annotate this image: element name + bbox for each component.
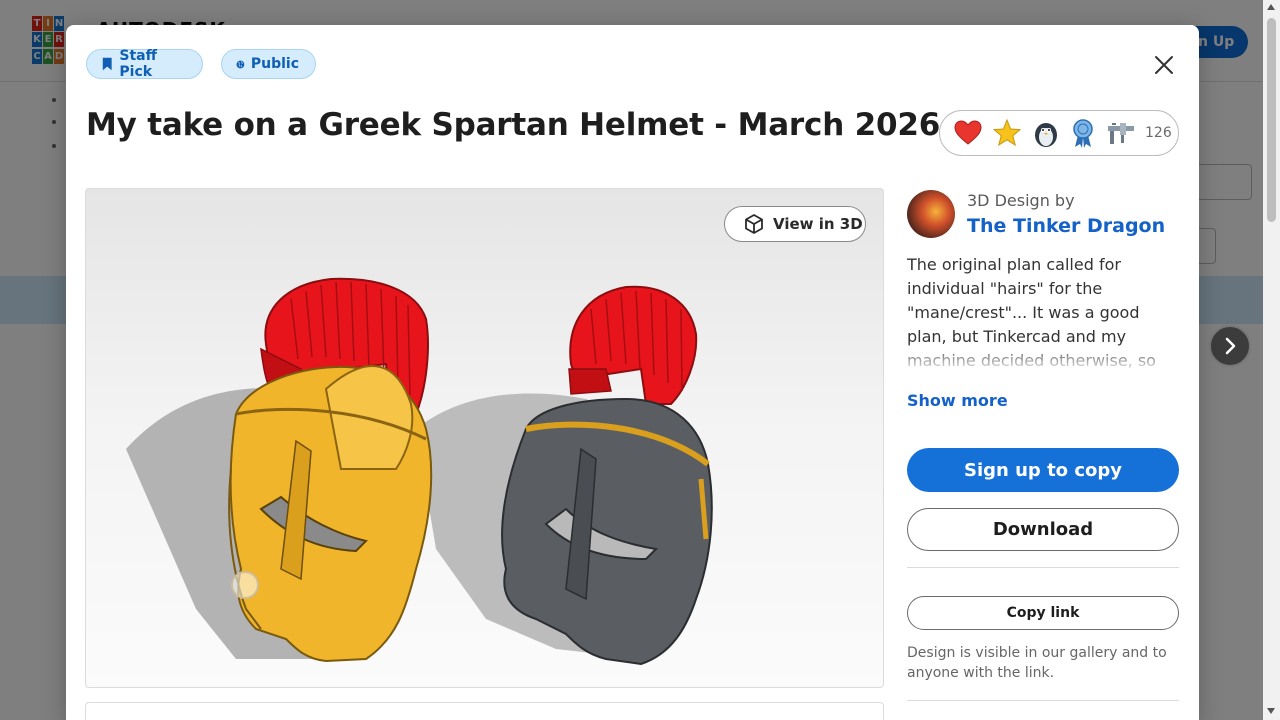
scroll-down-arrow-icon[interactable] [1267,708,1275,714]
design-modal: Staff Pick Public My take on a Greek Spa… [66,25,1199,720]
design-title: My take on a Greek Spartan Helmet - Marc… [86,107,941,143]
divider [907,700,1179,701]
close-icon [1155,56,1173,74]
view-in-3d-label: View in 3D [773,215,863,233]
author-avatar[interactable] [907,190,955,238]
sign-up-to-copy-button[interactable]: Sign up to copy [907,448,1179,492]
cursor-indicator [231,571,259,599]
globe-icon [236,60,245,68]
dark-helmet [501,285,713,666]
cube-icon [745,214,763,234]
description-fade [907,343,1179,371]
visibility-note: Design is visible in our gallery and to … [907,645,1167,681]
view-in-3d-button[interactable]: View in 3D [724,206,866,242]
secondary-panel [85,702,884,720]
design-preview[interactable]: View in 3D [85,188,884,688]
penguin-icon[interactable] [1032,118,1060,148]
copy-link-button[interactable]: Copy link [907,596,1179,630]
chevron-right-icon [1225,337,1236,355]
reactions-bar[interactable]: 126 [939,110,1179,156]
page-scrollbar[interactable] [1263,0,1280,720]
scroll-up-arrow-icon[interactable] [1267,4,1275,10]
close-button[interactable] [1152,53,1176,77]
scroll-thumb[interactable] [1267,18,1276,222]
bookmark-icon [102,57,112,71]
public-label: Public [250,56,299,72]
gold-helmet [228,277,433,663]
caliper-icon[interactable] [1106,120,1136,146]
ribbon-icon[interactable] [1071,118,1095,148]
next-design-button[interactable] [1209,325,1251,367]
public-badge: Public [221,49,316,79]
design-by-label: 3D Design by [967,191,1075,210]
staff-pick-badge: Staff Pick [86,48,203,80]
author-name-link[interactable]: The Tinker Dragon [967,215,1165,237]
star-icon[interactable] [993,119,1021,147]
download-button[interactable]: Download [907,508,1179,551]
show-more-link[interactable]: Show more [907,391,1008,410]
helmet-render-image [126,277,713,666]
heart-icon[interactable] [954,120,982,146]
reactions-count: 126 [1145,125,1172,141]
staff-pick-label: Staff Pick [119,48,157,80]
divider [907,567,1179,568]
